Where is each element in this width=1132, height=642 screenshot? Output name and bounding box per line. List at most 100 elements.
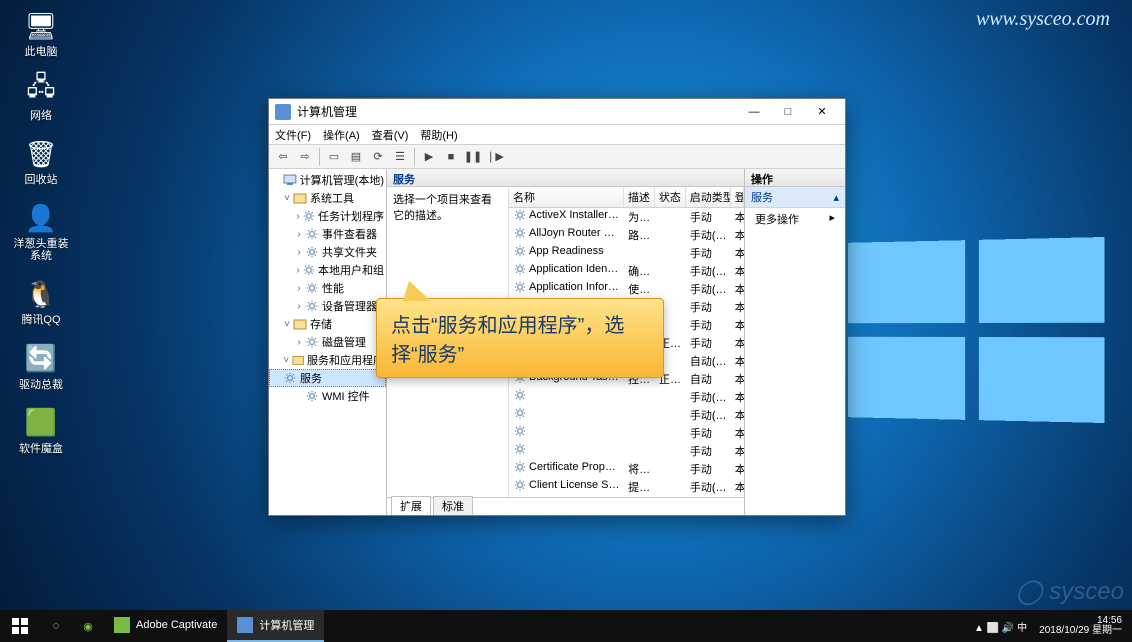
column-header[interactable]: 状态 bbox=[655, 187, 686, 207]
close-button[interactable]: ✕ bbox=[805, 101, 839, 123]
desktop-icon-qq[interactable]: 🐧腾讯QQ bbox=[10, 276, 72, 326]
tab-extended[interactable]: 扩展 bbox=[391, 496, 431, 515]
menu-item[interactable]: 文件(F) bbox=[275, 127, 311, 143]
chevron-right-icon: ▸ bbox=[829, 211, 835, 227]
toolbar-icon[interactable]: ▤ bbox=[346, 147, 366, 167]
play-button[interactable]: ▶ bbox=[419, 147, 439, 167]
actions-category[interactable]: 服务▴ bbox=[745, 187, 845, 208]
tree-node[interactable]: ›磁盘管理 bbox=[269, 333, 386, 351]
service-row[interactable]: 手动(触发...本 bbox=[509, 406, 744, 424]
titlebar[interactable]: 计算机管理 — □ ✕ bbox=[269, 99, 845, 125]
desktop-icon-this-pc[interactable]: 🖥此电脑 bbox=[10, 8, 72, 58]
tab-standard[interactable]: 标准 bbox=[433, 496, 473, 515]
service-row[interactable]: 手动本 bbox=[509, 424, 744, 442]
taskbar-icon[interactable]: ◉ bbox=[72, 610, 104, 642]
gear-icon bbox=[513, 479, 527, 491]
desktop-icon-drvmgr[interactable]: 🔄驱动总裁 bbox=[10, 341, 72, 391]
gear-icon bbox=[513, 461, 527, 473]
clock[interactable]: 14:56 2018/10/29 星期一 bbox=[1033, 616, 1128, 637]
tree-node[interactable]: ˅存储 bbox=[269, 315, 386, 333]
service-row[interactable]: Application Identity确定...手动(触发...本 bbox=[509, 262, 744, 280]
gear-icon bbox=[513, 209, 527, 221]
menu-item[interactable]: 操作(A) bbox=[323, 127, 360, 143]
toolbar-icon[interactable]: ▭ bbox=[324, 147, 344, 167]
nav-tree[interactable]: 计算机管理(本地)˅系统工具›任务计划程序›事件查看器›共享文件夹›本地用户和组… bbox=[269, 169, 387, 515]
gear-icon bbox=[513, 245, 527, 257]
tree-node[interactable]: 服务 bbox=[269, 369, 386, 387]
gear-icon bbox=[513, 263, 527, 275]
desktop-icon-recycle[interactable]: 🗑回收站 bbox=[10, 136, 72, 186]
service-row[interactable]: CNG Key IsolationCNG...正在...手动(触发...本 bbox=[509, 496, 744, 497]
service-row[interactable]: Client License Service (Cli...提供...手动(触发… bbox=[509, 478, 744, 496]
desktop-icon-softbox[interactable]: 🟩软件魔盒 bbox=[10, 405, 72, 455]
tutorial-callout: 点击“服务和应用程序”，选择“服务” bbox=[376, 298, 664, 378]
forward-button[interactable]: ⇨ bbox=[295, 147, 315, 167]
service-row[interactable]: Application Information使用...手动(触发...本 bbox=[509, 280, 744, 298]
taskbar-app-captivate[interactable]: Adobe Captivate bbox=[104, 610, 227, 642]
more-actions[interactable]: 更多操作▸ bbox=[745, 208, 845, 230]
desktop-icons: 🖥此电脑 🖧网络 🗑回收站 👤洋葱头重装系统 🐧腾讯QQ 🔄驱动总裁 🟩软件魔盒 bbox=[10, 8, 72, 455]
service-row[interactable]: 手动本 bbox=[509, 442, 744, 460]
tree-node[interactable]: WMI 控件 bbox=[269, 387, 386, 405]
toolbar: ⇦ ⇨ ▭ ▤ ⟳ ☰ ▶ ■ ❚❚ ❘▶ bbox=[269, 145, 845, 169]
desktop: www.sysceo.com ◯ sysceo 🖥此电脑 🖧网络 🗑回收站 👤洋葱头重… bbox=[0, 0, 1132, 642]
tree-node[interactable]: ›共享文件夹 bbox=[269, 243, 386, 261]
app-icon bbox=[275, 104, 291, 120]
refresh-button[interactable]: ⟳ bbox=[368, 147, 388, 167]
minimize-button[interactable]: — bbox=[737, 101, 771, 123]
service-row[interactable]: Certificate Propagation将用...手动本 bbox=[509, 460, 744, 478]
tree-node[interactable]: ›性能 bbox=[269, 279, 386, 297]
gear-icon bbox=[513, 281, 527, 293]
onion-icon: 👤 bbox=[23, 200, 59, 236]
system-tray[interactable]: ▲ ⬜ 🔊 中 14:56 2018/10/29 星期一 bbox=[970, 616, 1132, 637]
actions-header: 操作 bbox=[745, 169, 845, 187]
toolbar-icon[interactable]: ☰ bbox=[390, 147, 410, 167]
maximize-button[interactable]: □ bbox=[771, 101, 805, 123]
gear-icon bbox=[513, 227, 527, 239]
tree-node[interactable]: 计算机管理(本地) bbox=[269, 171, 386, 189]
pause-button[interactable]: ❚❚ bbox=[463, 147, 483, 167]
desktop-icon-network[interactable]: 🖧网络 bbox=[10, 72, 72, 122]
services-header: 服务 bbox=[387, 169, 744, 187]
service-row[interactable]: AllJoyn Router Service路由...手动(触发...本 bbox=[509, 226, 744, 244]
menu-item[interactable]: 帮助(H) bbox=[420, 127, 457, 143]
qq-icon: 🐧 bbox=[23, 276, 59, 312]
tree-node[interactable]: ˅服务和应用程序 bbox=[269, 351, 386, 369]
gear-icon bbox=[513, 443, 527, 455]
list-header[interactable]: 名称描述状态启动类型登 bbox=[509, 187, 744, 208]
tree-node[interactable]: ›任务计划程序 bbox=[269, 207, 386, 225]
tree-node[interactable]: ›本地用户和组 bbox=[269, 261, 386, 279]
taskbar-app-compmgmt[interactable]: 计算机管理 bbox=[227, 610, 324, 642]
column-header[interactable]: 描述 bbox=[624, 187, 655, 207]
desktop-icon-onion[interactable]: 👤洋葱头重装系统 bbox=[10, 200, 72, 262]
tree-node[interactable]: ›事件查看器 bbox=[269, 225, 386, 243]
taskbar-search-icon[interactable]: ◌ bbox=[40, 610, 72, 642]
service-row[interactable]: 手动(触发...本 bbox=[509, 388, 744, 406]
column-header[interactable]: 登 bbox=[731, 187, 744, 207]
tree-node[interactable]: ›设备管理器 bbox=[269, 297, 386, 315]
this-pc-icon: 🖥 bbox=[23, 8, 59, 44]
service-row[interactable]: ActiveX Installer (AxInstSV)为从...手动本 bbox=[509, 208, 744, 226]
menu-item[interactable]: 查看(V) bbox=[372, 127, 409, 143]
start-button[interactable] bbox=[0, 610, 40, 642]
column-header[interactable]: 名称 bbox=[509, 187, 624, 207]
window-title: 计算机管理 bbox=[297, 103, 737, 120]
tray-icons[interactable]: ▲ ⬜ 🔊 中 bbox=[974, 619, 1027, 634]
app-icon bbox=[114, 617, 130, 633]
column-header[interactable]: 启动类型 bbox=[686, 187, 731, 207]
watermark-brand: ◯ sysceo bbox=[1016, 577, 1124, 606]
tree-node[interactable]: ˅系统工具 bbox=[269, 189, 386, 207]
windows-logo bbox=[848, 237, 1104, 423]
back-button[interactable]: ⇦ bbox=[273, 147, 293, 167]
restart-button[interactable]: ❘▶ bbox=[485, 147, 505, 167]
watermark-url: www.sysceo.com bbox=[976, 8, 1110, 31]
stop-button[interactable]: ■ bbox=[441, 147, 461, 167]
chevron-up-icon: ▴ bbox=[833, 191, 839, 204]
drvmgr-icon: 🔄 bbox=[23, 341, 59, 377]
view-tabs: 扩展 标准 bbox=[387, 497, 744, 515]
service-row[interactable]: App Readiness手动本 bbox=[509, 244, 744, 262]
gear-icon bbox=[513, 389, 527, 401]
actions-pane: 操作 服务▴ 更多操作▸ bbox=[745, 169, 845, 515]
app-icon bbox=[237, 617, 253, 633]
network-icon: 🖧 bbox=[23, 72, 59, 108]
